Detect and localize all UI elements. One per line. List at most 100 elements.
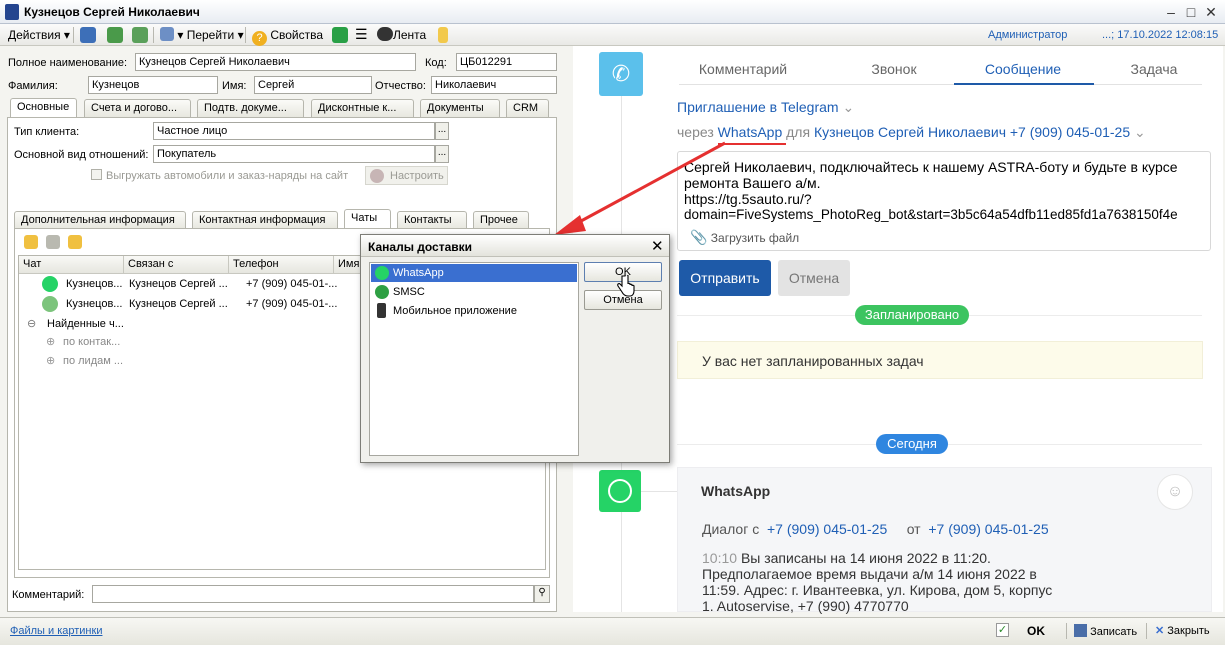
call-icon[interactable]: ✆: [599, 52, 643, 96]
comment-field[interactable]: [92, 585, 534, 603]
found-group: Найденные ч...: [47, 318, 124, 330]
full-name-field[interactable]: Кузнецов Сергей Николаевич: [135, 53, 416, 71]
list-item[interactable]: Мобильное приложение: [371, 302, 577, 320]
dialog-title-bar: Каналы доставки ✕: [361, 235, 669, 257]
close-x-icon: ✕: [1155, 625, 1165, 637]
ok-button[interactable]: OK: [1027, 624, 1045, 638]
expand-icon[interactable]: ⊕: [46, 335, 55, 348]
tab-crm[interactable]: CRM: [506, 99, 549, 117]
grid-header-phone[interactable]: Телефон: [229, 256, 334, 274]
whatsapp-icon[interactable]: [599, 470, 641, 512]
recipient-phone[interactable]: +7 (909) 045-01-25: [1010, 124, 1130, 140]
tab-task[interactable]: Задача: [1090, 61, 1218, 77]
current-datetime: ...; 17.10.2022 12:08:15: [1102, 29, 1219, 41]
feed-icon: [377, 27, 393, 41]
patronymic-field[interactable]: Николаевич: [431, 76, 557, 94]
first-name-label: Имя:: [222, 80, 247, 92]
people-icon[interactable]: [46, 235, 60, 249]
code-field[interactable]: ЦБ012291: [456, 53, 557, 71]
minimize-icon[interactable]: –: [1162, 3, 1180, 21]
chevron-down-icon[interactable]: ⌄: [1134, 124, 1146, 140]
add-chat-icon[interactable]: [24, 235, 38, 249]
close-icon[interactable]: ✕: [1202, 3, 1220, 21]
grid-header-linked[interactable]: Связан с: [124, 256, 229, 274]
refresh-icon[interactable]: [107, 27, 123, 43]
relation-select-button[interactable]: ...: [435, 145, 449, 163]
files-link[interactable]: Файлы и картинки: [10, 625, 102, 637]
feed-button[interactable]: Лента: [377, 27, 426, 43]
tab-call[interactable]: Звонок: [830, 61, 958, 77]
export-checkbox[interactable]: [91, 169, 102, 180]
table-row[interactable]: Кузнецов... Кузнецов Сергей ... +7 (909)…: [19, 275, 359, 295]
grid-cell-chat: Кузнецов...: [66, 278, 123, 290]
client-type-field[interactable]: Частное лицо: [153, 122, 435, 140]
note-icon[interactable]: [438, 27, 448, 43]
list-icon[interactable]: ☰: [355, 27, 368, 41]
client-type-select-button[interactable]: ...: [435, 122, 449, 140]
list-item[interactable]: WhatsApp: [371, 264, 577, 282]
recipient-link[interactable]: Кузнецов Сергей Николаевич: [814, 124, 1006, 140]
last-name-field[interactable]: Кузнецов: [88, 76, 218, 94]
tab-main[interactable]: Основные: [10, 98, 77, 118]
back-icon[interactable]: [80, 27, 96, 43]
for-label: для: [786, 124, 811, 140]
tab-accounts[interactable]: Счета и догово...: [84, 99, 191, 117]
subtab-chats[interactable]: Чаты: [344, 209, 391, 229]
message-line: Сергей Николаевич, подключайтесь к нашем…: [684, 159, 1178, 175]
dialog-with-phone[interactable]: +7 (909) 045-01-25: [767, 521, 887, 537]
subtab-contact-info[interactable]: Контактная информация: [192, 211, 338, 229]
current-user[interactable]: Администратор: [988, 27, 1067, 43]
remove-chat-icon[interactable]: [68, 235, 82, 249]
arrow-line: [569, 141, 726, 229]
help-icon: ?: [252, 31, 267, 46]
tab-confirm-docs[interactable]: Подтв. докуме...: [197, 99, 304, 117]
subtab-additional-info[interactable]: Дополнительная информация: [14, 211, 186, 229]
today-pill: Сегодня: [876, 434, 948, 454]
window-title: Кузнецов Сергей Николаевич: [24, 5, 200, 19]
properties-button[interactable]: ? Свойства: [252, 27, 323, 46]
maximize-icon[interactable]: □: [1182, 3, 1200, 21]
goto-label: Перейти: [186, 28, 235, 42]
goto-menu[interactable]: ▾ Перейти ▾: [160, 27, 244, 43]
sms-icon: [375, 285, 389, 299]
save-button[interactable]: Записать: [1074, 624, 1137, 638]
card-text: Вы записаны на 14 июня 2022 в 11:20.: [740, 550, 991, 566]
patronymic-label: Отчество:: [375, 80, 426, 92]
from-phone[interactable]: +7 (909) 045-01-25: [928, 521, 1048, 537]
subtab-other[interactable]: Прочее: [473, 211, 529, 229]
dialog-with-label: Диалог с: [702, 521, 760, 537]
channel-name: SMSC: [393, 286, 425, 298]
relation-field[interactable]: Покупатель: [153, 145, 435, 163]
tab-comment[interactable]: Комментарий: [679, 61, 807, 77]
grid-cell-linked: Кузнецов Сергей ...: [129, 278, 228, 290]
collapse-icon[interactable]: ⊖: [27, 317, 36, 330]
toolbar-separator: [245, 27, 246, 43]
copy-icon[interactable]: [132, 27, 148, 43]
table-row[interactable]: Кузнецов... Кузнецов Сергей ... +7 (909)…: [19, 295, 359, 315]
subtab-contacts[interactable]: Контакты: [397, 211, 467, 229]
close-button[interactable]: ✕ Закрыть: [1155, 624, 1210, 637]
expand-icon[interactable]: ⊕: [46, 354, 55, 367]
setup-button[interactable]: Настроить: [365, 166, 448, 185]
save-label: Записать: [1090, 626, 1138, 638]
tab-message[interactable]: Сообщение: [959, 61, 1087, 77]
gear-icon: [370, 169, 384, 183]
from-label: от: [906, 521, 921, 537]
first-name-field[interactable]: Сергей: [254, 76, 372, 94]
template-select[interactable]: Приглашение в Telegram ⌄: [677, 99, 854, 116]
tab-message-underline: [954, 83, 1094, 85]
cancel-button[interactable]: Отмена: [778, 260, 850, 296]
comment-search-button[interactable]: ⚲: [534, 585, 550, 603]
tab-documents[interactable]: Документы: [420, 99, 500, 117]
tabs-underline: [679, 84, 1202, 85]
tab-discount-cards[interactable]: Дисконтные к...: [311, 99, 414, 117]
relation-label: Основной вид отношений:: [14, 149, 149, 161]
actions-menu[interactable]: Действия ▾: [8, 27, 70, 43]
dialog-close-icon[interactable]: ✕: [651, 237, 664, 255]
grid-header-chat[interactable]: Чат: [19, 256, 124, 274]
list-item[interactable]: SMSC: [371, 283, 577, 301]
title-bar: Кузнецов Сергей Николаевич – □ ✕: [0, 0, 1225, 24]
send-button[interactable]: Отправить: [679, 260, 771, 296]
grid-cell-phone: +7 (909) 045-01-...: [246, 298, 338, 310]
phone-icon[interactable]: [332, 27, 348, 43]
